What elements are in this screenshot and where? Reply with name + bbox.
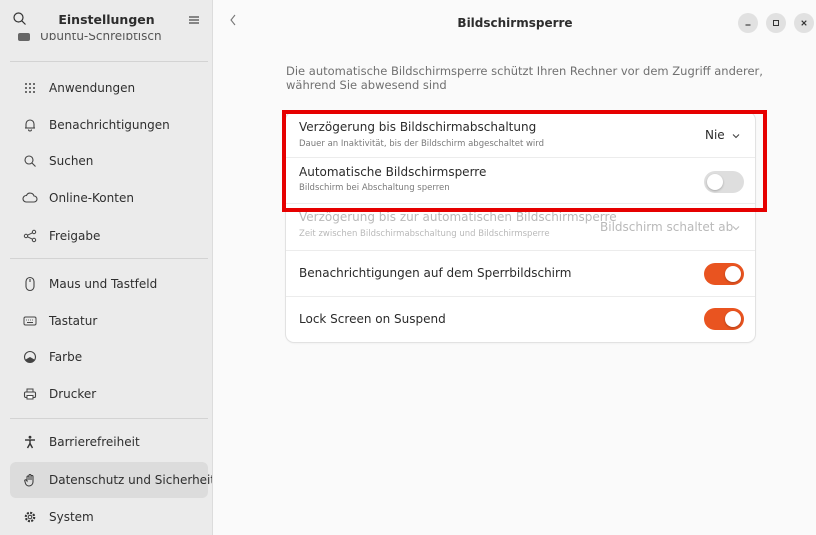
sidebar-item-sharing[interactable]: Freigabe	[10, 218, 208, 254]
blank-screen-delay-row[interactable]: Verzögerung bis Bildschirmabschaltung Da…	[286, 112, 755, 157]
dropdown-value: Bildschirm schaltet ab	[600, 220, 734, 234]
gear-icon	[22, 509, 38, 525]
sidebar-item-online-accounts[interactable]: Online-Konten	[10, 180, 208, 216]
sidebar-separator	[10, 258, 208, 259]
hand-icon	[22, 472, 38, 488]
row-title: Benachrichtigungen auf dem Sperrbildschi…	[299, 266, 572, 280]
desktop-icon	[18, 33, 30, 41]
sidebar-item-keyboard[interactable]: Tastatur	[10, 303, 208, 339]
sidebar-item-label: Suchen	[49, 154, 94, 168]
sidebar-item-label: Datenschutz und Sicherheit	[49, 473, 213, 487]
hamburger-menu-icon[interactable]	[186, 12, 202, 28]
sidebar-item-label: Freigabe	[49, 229, 101, 243]
search-icon	[22, 153, 38, 169]
sidebar-item-ubuntu-desktop[interactable]: Ubuntu-Schreibtisch	[18, 33, 162, 44]
sidebar-item-label: System	[49, 510, 94, 524]
mouse-icon	[22, 276, 38, 292]
sidebar-item-label: Tastatur	[49, 314, 98, 328]
row-subtitle: Zeit zwischen Bildschirmabschaltung und …	[299, 229, 550, 239]
sidebar-item-search[interactable]: Suchen	[10, 143, 208, 179]
sidebar-item-color[interactable]: Farbe	[10, 339, 208, 375]
sidebar-item-mouse[interactable]: Maus und Tastfeld	[10, 266, 208, 302]
dropdown-value: Nie	[705, 128, 725, 142]
cloud-icon	[22, 190, 38, 206]
automatic-lock-row[interactable]: Automatische Bildschirmsperre Bildschirm…	[286, 158, 755, 203]
toggle-knob	[725, 266, 741, 282]
toggle-knob	[725, 311, 741, 327]
chevron-down-icon	[731, 130, 741, 144]
color-icon	[22, 349, 38, 365]
chevron-down-icon	[731, 222, 741, 236]
page-title: Bildschirmsperre	[457, 16, 573, 30]
lock-screen-notifications-row[interactable]: Benachrichtigungen auf dem Sperrbildschi…	[286, 251, 755, 296]
sidebar-item-system[interactable]: System	[10, 499, 208, 535]
bell-icon	[22, 117, 38, 133]
lock-on-suspend-row[interactable]: Lock Screen on Suspend	[286, 297, 755, 342]
page-description: Die automatische Bildschirmsperre schütz…	[286, 64, 763, 92]
sidebar-item-printers[interactable]: Drucker	[10, 376, 208, 412]
share-icon	[22, 228, 38, 244]
sidebar-item-apps[interactable]: Anwendungen	[10, 70, 208, 106]
main-panel: Bildschirmsperre Die automatische Bildsc…	[214, 0, 816, 535]
sidebar-item-privacy[interactable]: Datenschutz und Sicherheit	[10, 462, 212, 498]
printer-icon	[22, 386, 38, 402]
row-title: Verzögerung bis zur automatischen Bildsc…	[299, 210, 617, 224]
sidebar-separator	[10, 418, 208, 419]
sidebar-item-label: Anwendungen	[49, 81, 136, 95]
row-subtitle: Bildschirm bei Abschaltung sperren	[299, 183, 450, 193]
sidebar-item-label: Barrierefreiheit	[49, 435, 140, 449]
maximize-button[interactable]	[766, 13, 786, 33]
grid-icon	[22, 80, 38, 96]
row-title: Automatische Bildschirmsperre	[299, 165, 487, 179]
sidebar-item-label: Farbe	[49, 350, 83, 364]
lock-on-suspend-toggle[interactable]	[704, 308, 744, 330]
close-button[interactable]	[794, 13, 814, 33]
settings-card: Verzögerung bis Bildschirmabschaltung Da…	[286, 112, 755, 342]
row-title: Lock Screen on Suspend	[299, 312, 446, 326]
sidebar-item-label: Maus und Tastfeld	[49, 277, 158, 291]
minimize-icon	[745, 24, 751, 26]
row-subtitle: Dauer an Inaktivität, bis der Bildschirm…	[299, 139, 545, 149]
toggle-knob	[707, 174, 723, 190]
sidebar-item-notifications[interactable]: Benachrichtigungen	[10, 107, 208, 143]
maximize-icon	[773, 20, 779, 26]
sidebar-item-accessibility[interactable]: Barrierefreiheit	[10, 424, 208, 460]
accessibility-icon	[22, 434, 38, 450]
sidebar-item-label: Drucker	[49, 387, 97, 401]
row-title: Verzögerung bis Bildschirmabschaltung	[299, 120, 537, 134]
lock-delay-row[interactable]: Verzögerung bis zur automatischen Bildsc…	[286, 204, 755, 250]
sidebar-item-label: Online-Konten	[49, 191, 134, 205]
close-icon	[801, 20, 807, 26]
keyboard-icon	[22, 313, 38, 329]
sidebar-separator	[10, 61, 208, 62]
lock-screen-notifications-toggle[interactable]	[704, 263, 744, 285]
automatic-lock-toggle[interactable]	[704, 171, 744, 193]
sidebar-item-label: Benachrichtigungen	[49, 118, 170, 132]
sidebar: Einstellungen Ubuntu-Schreibtisch Anwend…	[0, 0, 213, 535]
minimize-button[interactable]	[738, 13, 758, 33]
sidebar-title: Einstellungen	[58, 12, 155, 27]
